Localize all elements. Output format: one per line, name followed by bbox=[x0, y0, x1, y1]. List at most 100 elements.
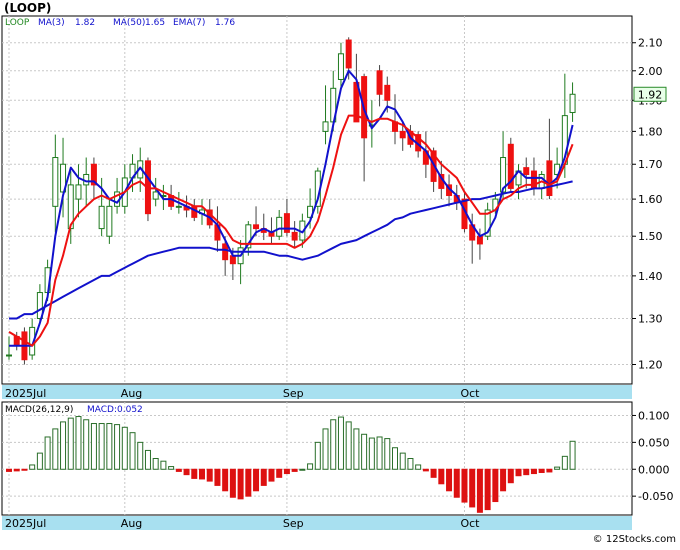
candle-down bbox=[229, 255, 236, 265]
macd-tick-label: -0.050 bbox=[638, 490, 673, 503]
price-tick-label: 1.20 bbox=[638, 359, 663, 372]
macd-bar-positive bbox=[160, 460, 167, 470]
price-panel: 1.201.301.401.501.601.701.801.902.002.10… bbox=[1, 15, 667, 385]
macd-bar-negative bbox=[237, 468, 244, 500]
macd-bar-positive bbox=[60, 421, 67, 470]
macd-bar-positive bbox=[307, 463, 314, 470]
macd-bar-positive bbox=[121, 426, 128, 470]
candle-up bbox=[75, 184, 82, 200]
candle-up bbox=[106, 205, 113, 237]
legend-ma3-value: 1.82 bbox=[75, 18, 95, 28]
macd-bar-positive bbox=[384, 438, 391, 470]
legend-ema7-value: 1.76 bbox=[215, 18, 235, 28]
macd-bar-negative bbox=[476, 468, 483, 513]
candle-down bbox=[376, 70, 383, 95]
candle-down bbox=[476, 235, 483, 245]
macd-tick-label: 0.050 bbox=[638, 436, 670, 449]
chart-title: (LOOP) bbox=[4, 1, 51, 15]
macd-date-axis-label: 2025Jul bbox=[5, 517, 46, 530]
candle-up bbox=[569, 93, 576, 114]
macd-bar-negative bbox=[538, 468, 545, 473]
macd-bar-positive bbox=[29, 464, 36, 470]
candle-down bbox=[384, 84, 391, 101]
macd-bar-positive bbox=[106, 423, 113, 470]
macd-bar-negative bbox=[191, 468, 198, 479]
macd-bar-positive bbox=[299, 468, 306, 471]
macd-bar-positive bbox=[90, 423, 97, 470]
macd-panel: -0.050 0.000 0.050 0.100 MACD(26,12,9) MACD:0… bbox=[1, 401, 673, 516]
macd-bar-negative bbox=[229, 468, 236, 498]
macd-bar-negative bbox=[453, 468, 460, 498]
watermark: © 12Stocks.com bbox=[593, 534, 676, 545]
macd-bar-positive bbox=[322, 428, 329, 470]
macd-bar-positive bbox=[569, 440, 576, 470]
macd-bar-positive bbox=[52, 428, 59, 470]
price-tick-label: 1.70 bbox=[638, 158, 663, 171]
macd-bar-negative bbox=[276, 468, 283, 478]
macd-bar-negative bbox=[546, 468, 553, 473]
date-axis-label: Oct bbox=[460, 387, 480, 400]
candle-up bbox=[52, 157, 59, 207]
macd-bar-negative bbox=[253, 468, 260, 492]
date-axis-label: Sep bbox=[283, 387, 304, 400]
macd-legend-value: MACD:0.052 bbox=[87, 405, 143, 415]
candle-down bbox=[345, 39, 352, 69]
macd-bar-positive bbox=[392, 447, 398, 470]
macd-bar-negative bbox=[260, 468, 267, 486]
macd-bar-negative bbox=[500, 468, 507, 492]
candle-down bbox=[546, 160, 553, 197]
candle-down bbox=[253, 224, 260, 230]
macd-bar-negative bbox=[523, 468, 530, 476]
last-price-label: 1.92 bbox=[638, 88, 663, 101]
macd-bar-negative bbox=[446, 468, 453, 492]
macd-date-axis-band bbox=[2, 516, 632, 530]
price-tick-label: 1.50 bbox=[638, 230, 663, 243]
macd-bar-positive bbox=[353, 428, 360, 470]
macd-date-axis-label: Aug bbox=[121, 517, 142, 530]
candle-up bbox=[98, 205, 105, 230]
price-tick-label: 1.40 bbox=[638, 270, 663, 283]
macd-bar-positive bbox=[376, 436, 383, 470]
macd-bar-negative bbox=[461, 468, 468, 503]
macd-tick-label: 0.100 bbox=[638, 409, 670, 422]
macd-bar-negative bbox=[283, 468, 290, 475]
macd-bar-positive bbox=[561, 455, 568, 470]
legend-ma50-label: MA(50) bbox=[113, 18, 145, 28]
macd-bar-positive bbox=[337, 416, 344, 470]
macd-bar-positive bbox=[44, 436, 51, 470]
macd-bar-positive bbox=[36, 452, 43, 470]
candle-down bbox=[291, 231, 298, 241]
chart-canvas: 1.201.301.401.501.601.701.801.902.002.10… bbox=[0, 0, 680, 546]
macd-bar-negative bbox=[430, 468, 437, 478]
macd-bar-positive bbox=[345, 421, 352, 470]
macd-bar-positive bbox=[114, 424, 121, 470]
macd-bar-negative bbox=[291, 468, 298, 472]
legend-ma50-value: 1.65 bbox=[145, 18, 165, 28]
price-tick-label: 1.30 bbox=[638, 312, 663, 325]
macd-bar-positive bbox=[137, 441, 144, 470]
candle-up bbox=[337, 53, 344, 80]
price-legend: LOOP MA(3) 1.82 MA(50) 1.65 EMA(7) 1.76 bbox=[5, 18, 235, 28]
macd-bar-positive bbox=[399, 452, 406, 470]
macd-bar-negative bbox=[484, 468, 491, 511]
macd-bar-positive bbox=[407, 458, 414, 470]
macd-bar-negative bbox=[507, 468, 514, 484]
macd-bar-negative bbox=[530, 468, 537, 475]
macd-bar-positive bbox=[67, 417, 74, 470]
macd-bar-positive bbox=[330, 419, 337, 470]
macd-bar-negative bbox=[492, 468, 499, 503]
legend-ticker: LOOP bbox=[5, 18, 30, 28]
macd-bar-negative bbox=[268, 468, 275, 482]
macd-legend-label: MACD(26,12,9) bbox=[5, 405, 73, 415]
candle-up bbox=[322, 121, 329, 132]
macd-bar-positive bbox=[361, 433, 368, 470]
macd-bar-negative bbox=[13, 468, 20, 472]
macd-bar-positive bbox=[152, 458, 159, 470]
macd-bar-negative bbox=[222, 468, 229, 492]
macd-bar-positive bbox=[83, 419, 90, 470]
date-axis-label: 2025Jul bbox=[5, 387, 46, 400]
price-tick-label: 2.00 bbox=[638, 65, 663, 78]
macd-bar-positive bbox=[129, 432, 136, 470]
macd-bar-negative bbox=[21, 468, 28, 471]
macd-bar-positive bbox=[554, 466, 561, 470]
